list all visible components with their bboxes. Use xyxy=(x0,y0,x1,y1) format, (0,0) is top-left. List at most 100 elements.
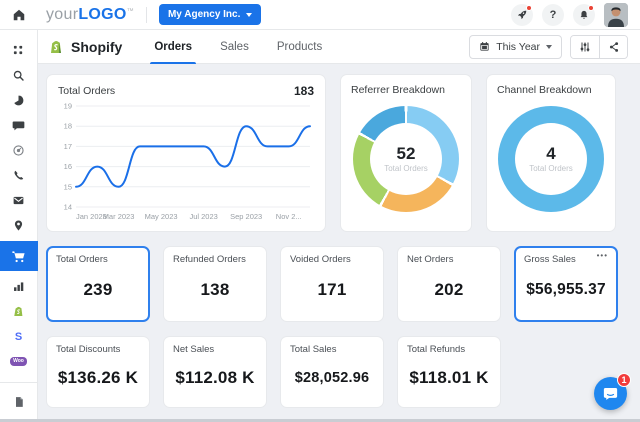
user-avatar[interactable] xyxy=(604,3,628,27)
stat-card-voided-orders[interactable]: Voided Orders 171 xyxy=(280,246,384,322)
stripe-icon: S xyxy=(15,331,22,343)
logo-trademark: ™ xyxy=(127,8,134,15)
sidebar: S Woo xyxy=(0,30,38,422)
logo-suffix: LOGO xyxy=(78,6,126,24)
stat-card-total-sales[interactable]: Total Sales $28,052.96 xyxy=(280,336,384,408)
donut-center-value: 52 xyxy=(397,145,416,164)
charts-row: Total Orders 183 191817161514Jan 2023Mar… xyxy=(46,74,632,232)
dial-icon xyxy=(12,144,25,157)
shopify-logo-icon xyxy=(48,39,64,55)
svg-text:14: 14 xyxy=(64,203,72,212)
home-icon[interactable] xyxy=(0,2,38,27)
ellipsis-menu-icon[interactable]: ••• xyxy=(597,251,608,260)
chart-title: Channel Breakdown xyxy=(497,84,605,96)
notifications-button[interactable] xyxy=(573,4,595,26)
document-icon xyxy=(13,396,25,408)
sidebar-item-search[interactable] xyxy=(0,63,38,88)
svg-text:Sep 2023: Sep 2023 xyxy=(230,212,262,221)
total-orders-line-chart: 191817161514Jan 2023Mar 2023May 2023Jul … xyxy=(58,100,316,222)
channel-breakdown-card: Channel Breakdown 4 Total Orders xyxy=(486,74,616,232)
tab-sales[interactable]: Sales xyxy=(206,30,263,64)
date-range-button[interactable]: This Year xyxy=(469,35,562,59)
chat-unread-badge: 1 xyxy=(617,373,631,387)
dashboard-content: Total Orders 183 191817161514Jan 2023Mar… xyxy=(38,64,640,422)
stat-card-net-orders[interactable]: Net Orders 202 xyxy=(397,246,501,322)
chat-support-button[interactable]: 1 xyxy=(594,377,627,410)
report-header: Shopify Orders Sales Products This Year xyxy=(38,30,640,64)
sidebar-item-dial[interactable] xyxy=(0,138,38,163)
help-button[interactable]: ? xyxy=(542,4,564,26)
stats-row-1: Total Orders 239 Refunded Orders 138 Voi… xyxy=(46,246,632,322)
svg-text:19: 19 xyxy=(64,102,72,111)
donut-center-label: Total Orders xyxy=(529,164,573,173)
report-actions xyxy=(570,35,628,59)
stat-card-total-refunds[interactable]: Total Refunds $118.01 K xyxy=(397,336,501,408)
sidebar-item-calls[interactable] xyxy=(0,163,38,188)
pie-chart-icon xyxy=(12,94,25,107)
sidebar-item-email[interactable] xyxy=(0,188,38,213)
sidebar-item-woocommerce[interactable]: Woo xyxy=(0,349,38,374)
total-orders-chart-card: Total Orders 183 191817161514Jan 2023Mar… xyxy=(46,74,326,232)
notification-dot xyxy=(588,5,594,11)
filters-button[interactable] xyxy=(571,36,599,58)
tab-products[interactable]: Products xyxy=(263,30,336,64)
stat-card-total-discounts[interactable]: Total Discounts $136.26 K xyxy=(46,336,150,408)
svg-text:Nov 2...: Nov 2... xyxy=(276,212,302,221)
chat-bubble-icon xyxy=(602,385,619,402)
mail-icon xyxy=(12,194,25,207)
chart-total-value: 183 xyxy=(294,84,314,98)
sidebar-item-stripe[interactable]: S xyxy=(0,324,38,349)
whats-new-button[interactable] xyxy=(511,4,533,26)
app-title: Shopify xyxy=(48,39,122,55)
agency-selector-label: My Agency Inc. xyxy=(168,9,240,20)
phone-icon xyxy=(12,169,25,182)
bar-chart-icon xyxy=(12,280,25,293)
chat-icon xyxy=(12,119,25,132)
woocommerce-icon: Woo xyxy=(10,357,27,366)
share-button[interactable] xyxy=(599,36,627,58)
stat-card-refunded-orders[interactable]: Refunded Orders 138 xyxy=(163,246,267,322)
report-tabs: Orders Sales Products xyxy=(140,30,336,64)
sidebar-item-reports[interactable] xyxy=(0,274,38,299)
sidebar-item-analytics[interactable] xyxy=(0,88,38,113)
chart-title: Referrer Breakdown xyxy=(351,84,461,96)
cart-icon xyxy=(11,249,26,264)
notification-dot xyxy=(526,5,532,11)
question-mark-icon: ? xyxy=(550,9,557,21)
sidebar-divider xyxy=(0,382,38,383)
donut-center-value: 4 xyxy=(546,145,555,164)
sidebar-item-messages[interactable] xyxy=(0,113,38,138)
svg-text:17: 17 xyxy=(64,142,72,151)
sidebar-item-locations[interactable] xyxy=(0,213,38,238)
tab-orders[interactable]: Orders xyxy=(140,30,206,64)
svg-text:May 2023: May 2023 xyxy=(145,212,178,221)
main-area: Shopify Orders Sales Products This Year xyxy=(38,30,640,422)
caret-down-icon xyxy=(246,13,252,17)
svg-text:16: 16 xyxy=(64,162,72,171)
stat-card-net-sales[interactable]: Net Sales $112.08 K xyxy=(163,336,267,408)
agency-selector-button[interactable]: My Agency Inc. xyxy=(159,4,261,25)
stats-row-2: Total Discounts $136.26 K Net Sales $112… xyxy=(46,336,632,408)
top-bar-actions: ? xyxy=(511,3,640,27)
svg-text:18: 18 xyxy=(64,122,72,131)
top-bar: yourLOGO™ My Agency Inc. ? xyxy=(0,0,640,30)
apps-grid-icon xyxy=(13,45,24,56)
sidebar-item-shopify-app[interactable] xyxy=(0,299,38,324)
channel-donut-chart: 4 Total Orders xyxy=(498,106,604,212)
svg-text:15: 15 xyxy=(64,182,72,191)
page-title: Shopify xyxy=(71,39,122,55)
referrer-donut-chart: 52 Total Orders xyxy=(353,106,459,212)
sidebar-item-documents[interactable] xyxy=(0,389,38,414)
date-range-label: This Year xyxy=(496,41,540,53)
stat-card-gross-sales[interactable]: ••• Gross Sales $56,955.37 xyxy=(514,246,618,322)
caret-down-icon xyxy=(546,45,552,49)
donut-center-label: Total Orders xyxy=(384,164,428,173)
tune-filter-icon xyxy=(579,41,591,53)
sidebar-item-shopify-active[interactable] xyxy=(0,241,38,271)
calendar-icon xyxy=(479,41,490,52)
chart-title: Total Orders xyxy=(58,85,115,97)
stat-card-total-orders[interactable]: Total Orders 239 xyxy=(46,246,150,322)
search-icon xyxy=(12,69,25,82)
share-icon xyxy=(608,41,620,53)
sidebar-item-apps[interactable] xyxy=(0,38,38,63)
